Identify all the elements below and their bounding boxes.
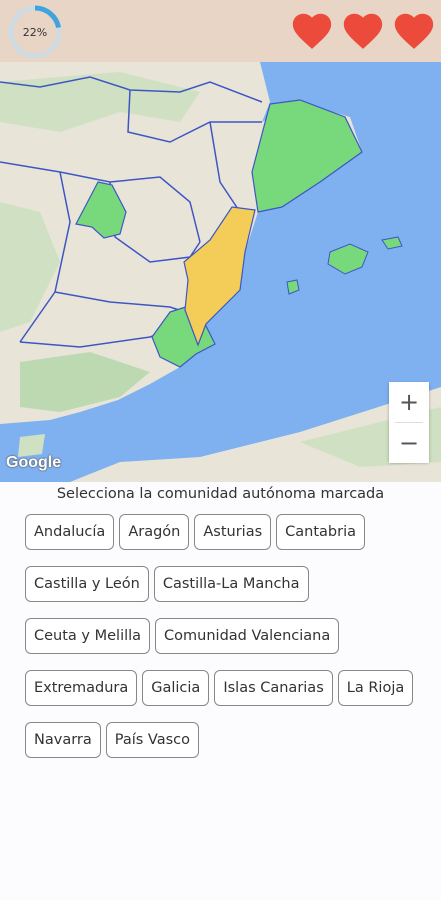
zoom-out-button[interactable]: −: [389, 423, 429, 463]
heart-icon: [343, 13, 383, 49]
answer-options: Andalucía Aragón Asturias Cantabria Castilla…: [25, 514, 435, 758]
map-canvas[interactable]: [0, 62, 441, 482]
answer-option[interactable]: Cantabria: [276, 514, 365, 550]
region-ibiza: [286, 279, 300, 295]
answer-option[interactable]: Castilla-La Mancha: [153, 566, 309, 602]
map-view[interactable]: [0, 62, 441, 482]
zoom-controls: + −: [389, 382, 429, 463]
zoom-in-button[interactable]: +: [389, 382, 429, 422]
google-logo[interactable]: Google: [6, 454, 61, 472]
answer-option[interactable]: Aragón: [119, 514, 190, 550]
answer-option[interactable]: País Vasco: [105, 722, 200, 758]
region-cataluna: [251, 99, 363, 213]
heart-icon: [292, 13, 332, 49]
answer-option[interactable]: La Rioja: [337, 670, 414, 706]
answer-option[interactable]: Asturias: [194, 514, 272, 550]
region-mallorca: [327, 243, 369, 275]
lives: [289, 8, 437, 54]
answer-option[interactable]: Castilla y León: [25, 566, 149, 602]
answer-option[interactable]: Comunidad Valenciana: [155, 618, 340, 654]
answer-option[interactable]: Extremadura: [25, 670, 138, 706]
heart-icon: [394, 13, 434, 49]
answer-option[interactable]: Islas Canarias: [214, 670, 333, 706]
top-bar: 22%: [0, 0, 441, 62]
progress-percent: 22%: [22, 25, 48, 39]
answer-option[interactable]: Galicia: [142, 670, 210, 706]
answer-option[interactable]: Andalucía: [25, 514, 115, 550]
answer-option[interactable]: Ceuta y Melilla: [25, 618, 151, 654]
quiz-prompt: Selecciona la comunidad autónoma marcada: [56, 486, 385, 502]
progress-indicator: 22%: [6, 4, 64, 60]
region-menorca: [381, 236, 403, 250]
answer-option[interactable]: Navarra: [25, 722, 101, 758]
